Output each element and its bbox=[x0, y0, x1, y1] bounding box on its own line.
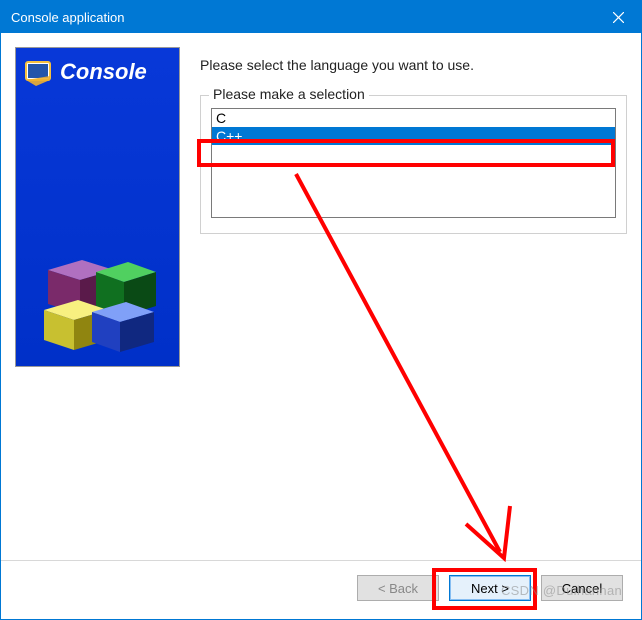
banner-title: Console bbox=[60, 59, 147, 85]
window-title: Console application bbox=[11, 10, 595, 25]
cancel-button[interactable]: Cancel bbox=[541, 575, 623, 601]
next-button[interactable]: Next > bbox=[449, 575, 531, 601]
language-listbox[interactable]: C C++ bbox=[211, 108, 616, 218]
instruction-text: Please select the language you want to u… bbox=[200, 57, 627, 73]
back-button[interactable]: < Back bbox=[357, 575, 439, 601]
selection-group: Please make a selection C C++ bbox=[200, 95, 627, 234]
button-bar: < Back Next > Cancel bbox=[1, 560, 641, 619]
list-item-c[interactable]: C bbox=[212, 109, 615, 127]
close-button[interactable] bbox=[595, 1, 641, 33]
list-item-cpp[interactable]: C++ bbox=[212, 127, 615, 145]
wizard-window: Console application Console bbox=[0, 0, 642, 620]
cubes-graphic bbox=[36, 242, 156, 352]
group-label: Please make a selection bbox=[209, 86, 369, 102]
banner-header: Console bbox=[16, 48, 179, 96]
main-panel: Please select the language you want to u… bbox=[200, 47, 627, 546]
wizard-banner: Console bbox=[15, 47, 180, 367]
console-icon bbox=[22, 56, 54, 88]
content-area: Console bbox=[1, 33, 641, 560]
titlebar: Console application bbox=[1, 1, 641, 33]
close-icon bbox=[613, 12, 624, 23]
